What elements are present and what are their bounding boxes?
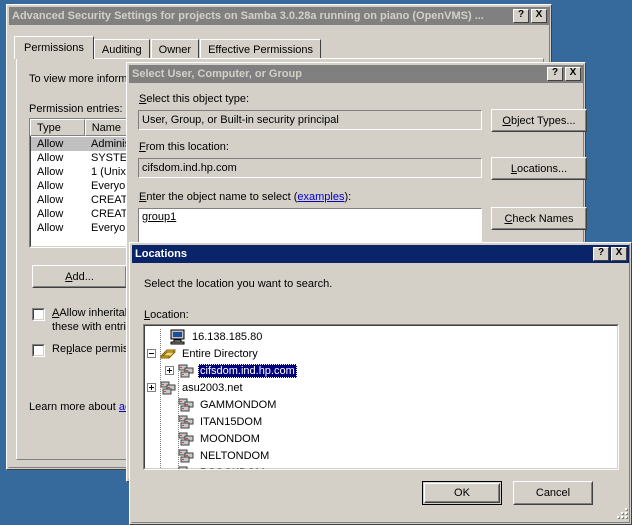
cancel-button-label: Cancel	[536, 487, 570, 499]
replace-permissions-checkbox[interactable]	[32, 344, 45, 357]
cancel-button[interactable]: Cancel	[513, 481, 593, 505]
locations-title: Locations	[135, 248, 591, 260]
close-button[interactable]: X	[611, 247, 627, 261]
add-button-label: Add...	[65, 271, 94, 283]
from-location-label: From this location:	[139, 141, 229, 153]
locations-titlebar[interactable]: Locations ? X	[132, 245, 629, 263]
tree-item-label: MOONDOM	[198, 432, 262, 446]
permission-entries-label: Permission entries:	[29, 103, 123, 115]
tree-item-computer[interactable]: 16.138.185.80	[147, 328, 618, 345]
tree-item-gammondom[interactable]: GAMMONDOM	[147, 396, 618, 413]
tree-root: 16.138.185.80 Entire Directory	[147, 328, 618, 470]
domain-icon	[177, 465, 195, 471]
add-button[interactable]: Add...	[32, 265, 127, 288]
domain-icon	[177, 363, 195, 379]
help-button[interactable]: ?	[513, 9, 529, 23]
intro-text: To view more informa	[29, 73, 134, 85]
tree-item-asu2003[interactable]: asu2003.net	[147, 379, 618, 396]
select-user-title: Select User, Computer, or Group	[132, 68, 545, 80]
tree-item-label: asu2003.net	[180, 381, 245, 395]
column-header-type: Type	[30, 119, 85, 136]
tab-auditing[interactable]: Auditing	[94, 39, 150, 59]
expand-expander-icon[interactable]	[165, 366, 174, 375]
tree-item-cifsdom[interactable]: cifsdom.ind.hp.com	[147, 362, 618, 379]
locations-instruction: Select the location you want to search.	[144, 278, 332, 290]
check-names-button[interactable]: Check Names	[491, 207, 587, 230]
ok-button-label: OK	[454, 487, 470, 499]
directory-icon	[159, 346, 177, 362]
close-button[interactable]: X	[531, 9, 547, 23]
tree-connector	[178, 365, 179, 470]
tree-item-pcockdom[interactable]: PCOCKDOM	[147, 464, 618, 470]
object-type-label: Select this object type:	[139, 93, 249, 105]
allow-inheritable-label-line2: these with entries	[52, 321, 138, 333]
tree-item-neltondom[interactable]: NELTONDOM	[147, 447, 618, 464]
collapse-expander-icon[interactable]	[147, 349, 156, 358]
tab-effective-permissions[interactable]: Effective Permissions	[200, 39, 321, 59]
domain-icon	[177, 448, 195, 464]
resize-grip[interactable]	[616, 509, 628, 521]
tree-item-label: PCOCKDOM	[198, 466, 267, 471]
domain-icon	[177, 397, 195, 413]
tree-item-entire-directory[interactable]: Entire Directory	[147, 345, 618, 362]
tree-item-label: cifsdom.ind.hp.com	[198, 364, 297, 378]
tree-item-label: Entire Directory	[180, 347, 260, 361]
location-tree[interactable]: 16.138.185.80 Entire Directory	[143, 324, 619, 470]
tree-item-label: GAMMONDOM	[198, 398, 278, 412]
tree-item-label: 16.138.185.80	[190, 330, 264, 344]
domain-icon	[177, 414, 195, 430]
tab-permissions[interactable]: Permissions	[14, 36, 94, 59]
expand-expander-icon[interactable]	[147, 383, 156, 392]
locations-dialog[interactable]: Locations ? X Select the location you wa…	[129, 242, 632, 525]
learn-more-text: Learn more about ac	[29, 401, 131, 413]
location-label: Location:	[144, 309, 189, 321]
locations-button[interactable]: Locations...	[491, 157, 587, 180]
from-location-field[interactable]: cifsdom.ind.hp.com	[138, 158, 482, 178]
tree-item-itan15dom[interactable]: ITAN15DOM	[147, 413, 618, 430]
help-button[interactable]: ?	[593, 247, 609, 261]
computer-icon	[169, 329, 187, 345]
tree-item-moondom[interactable]: MOONDOM	[147, 430, 618, 447]
allow-inheritable-checkbox[interactable]	[32, 308, 45, 321]
domain-icon	[177, 431, 195, 447]
close-button[interactable]: X	[565, 67, 581, 81]
tab-owner[interactable]: Owner	[151, 39, 199, 59]
help-button[interactable]: ?	[547, 67, 563, 81]
object-name-label: Enter the object name to select (example…	[139, 191, 351, 203]
advanced-security-titlebar[interactable]: Advanced Security Settings for projects …	[9, 7, 549, 25]
ok-button[interactable]: OK	[422, 481, 502, 505]
replace-permissions-label: Replace permissi	[52, 343, 136, 355]
domain-icon	[159, 380, 177, 396]
examples-link[interactable]: examples	[297, 191, 344, 203]
tree-item-label: ITAN15DOM	[198, 415, 264, 429]
tab-strip[interactable]: Permissions Auditing Owner Effective Per…	[16, 36, 322, 59]
object-type-field[interactable]: User, Group, or Built-in security princi…	[138, 110, 482, 130]
tree-connector	[160, 329, 161, 470]
object-types-button[interactable]: Object Types...	[491, 109, 587, 132]
tree-item-label: NELTONDOM	[198, 449, 271, 463]
advanced-security-title: Advanced Security Settings for projects …	[12, 10, 511, 22]
select-user-titlebar[interactable]: Select User, Computer, or Group ? X	[129, 65, 583, 83]
